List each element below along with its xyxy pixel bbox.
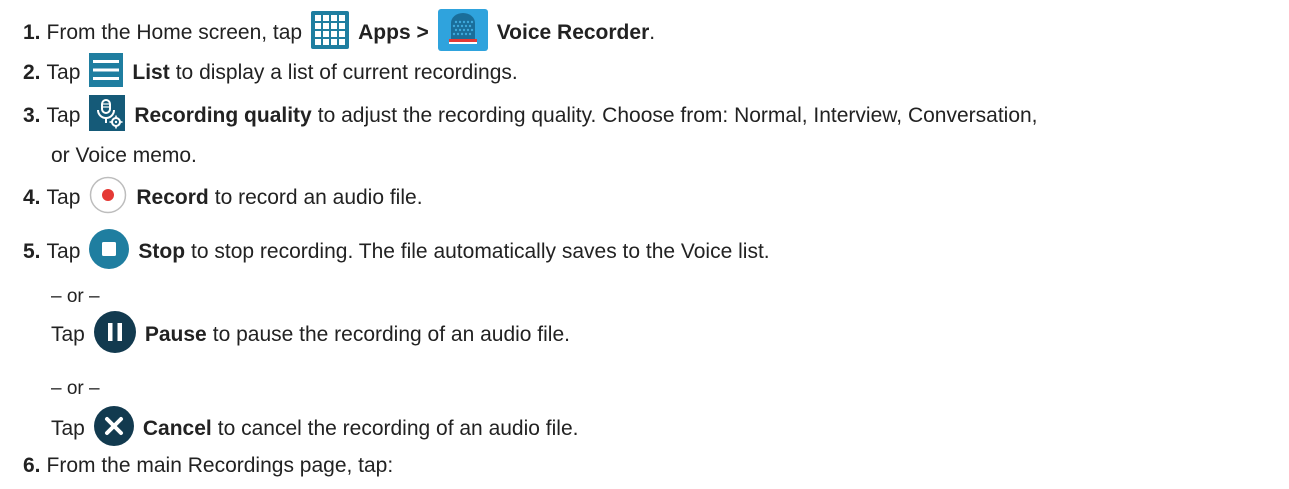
pause-label: Pause [144, 323, 207, 346]
recording-quality-icon [89, 95, 126, 137]
pause-icon [93, 311, 136, 359]
step-text: to pause the recording of an audio file. [212, 323, 570, 346]
step-4: 4. Tap Record to record an audio file. [23, 176, 423, 220]
step-text: Tap [51, 417, 85, 440]
step-number: 3. [23, 104, 41, 127]
step-text: to display a list of current recordings. [175, 61, 518, 84]
step-3-continuation: or Voice memo. [51, 136, 197, 176]
step-5-alt-cancel: Tap Cancel to cancel the recording of an… [51, 406, 579, 449]
step-number: 5. [23, 240, 41, 263]
or-separator: – or – [51, 369, 100, 409]
step-end: . [649, 21, 656, 44]
step-number: 2. [23, 61, 41, 84]
or-separator: – or – [51, 277, 100, 317]
recording-quality-label: Recording quality [134, 104, 312, 127]
step-text: Tap [46, 104, 81, 127]
step-text: Tap [46, 186, 81, 209]
step-number: 4. [23, 186, 41, 209]
step-number: 1. [23, 21, 41, 44]
step-2: 2. Tap List to display a list of current… [23, 53, 518, 93]
voice-recorder-label: Voice Recorder [496, 21, 650, 44]
step-text: Tap [51, 323, 85, 346]
or-text: – or – [51, 286, 100, 307]
step-text: to adjust the recording quality. Choose … [317, 104, 1038, 127]
step-number: 6. [23, 454, 41, 477]
step-text: to record an audio file. [214, 186, 423, 209]
record-icon [89, 176, 127, 220]
step-6: 6. From the main Recordings page, tap: [23, 446, 393, 486]
step-1: 1. From the Home screen, tap Apps > Voic… [23, 9, 656, 55]
apps-grid-icon [311, 11, 350, 55]
apps-label: Apps > [358, 21, 429, 44]
step-5-alt-pause: Tap Pause to pause the recording of an a… [51, 311, 570, 355]
step-text: From the Home screen, tap [46, 21, 303, 44]
stop-icon [89, 229, 130, 275]
step-text: to cancel the recording of an audio file… [217, 417, 579, 440]
or-text: – or – [51, 378, 100, 399]
voice-recorder-app-icon [437, 9, 488, 57]
step-text: From the main Recordings page, tap: [46, 454, 394, 477]
step-text: Tap [46, 61, 81, 84]
cancel-label: Cancel [142, 417, 212, 440]
step-text: or Voice memo. [51, 144, 197, 167]
record-label: Record [136, 186, 209, 209]
step-3: 3. Tap Recording quality to adjust the r… [23, 95, 1038, 137]
stop-label: Stop [138, 240, 186, 263]
step-text: Tap [46, 240, 81, 263]
list-label: List [132, 61, 170, 84]
step-text: to stop recording. The file automaticall… [191, 240, 770, 263]
list-icon [89, 53, 124, 93]
step-5: 5. Tap Stop to stop recording. The file … [23, 229, 770, 275]
